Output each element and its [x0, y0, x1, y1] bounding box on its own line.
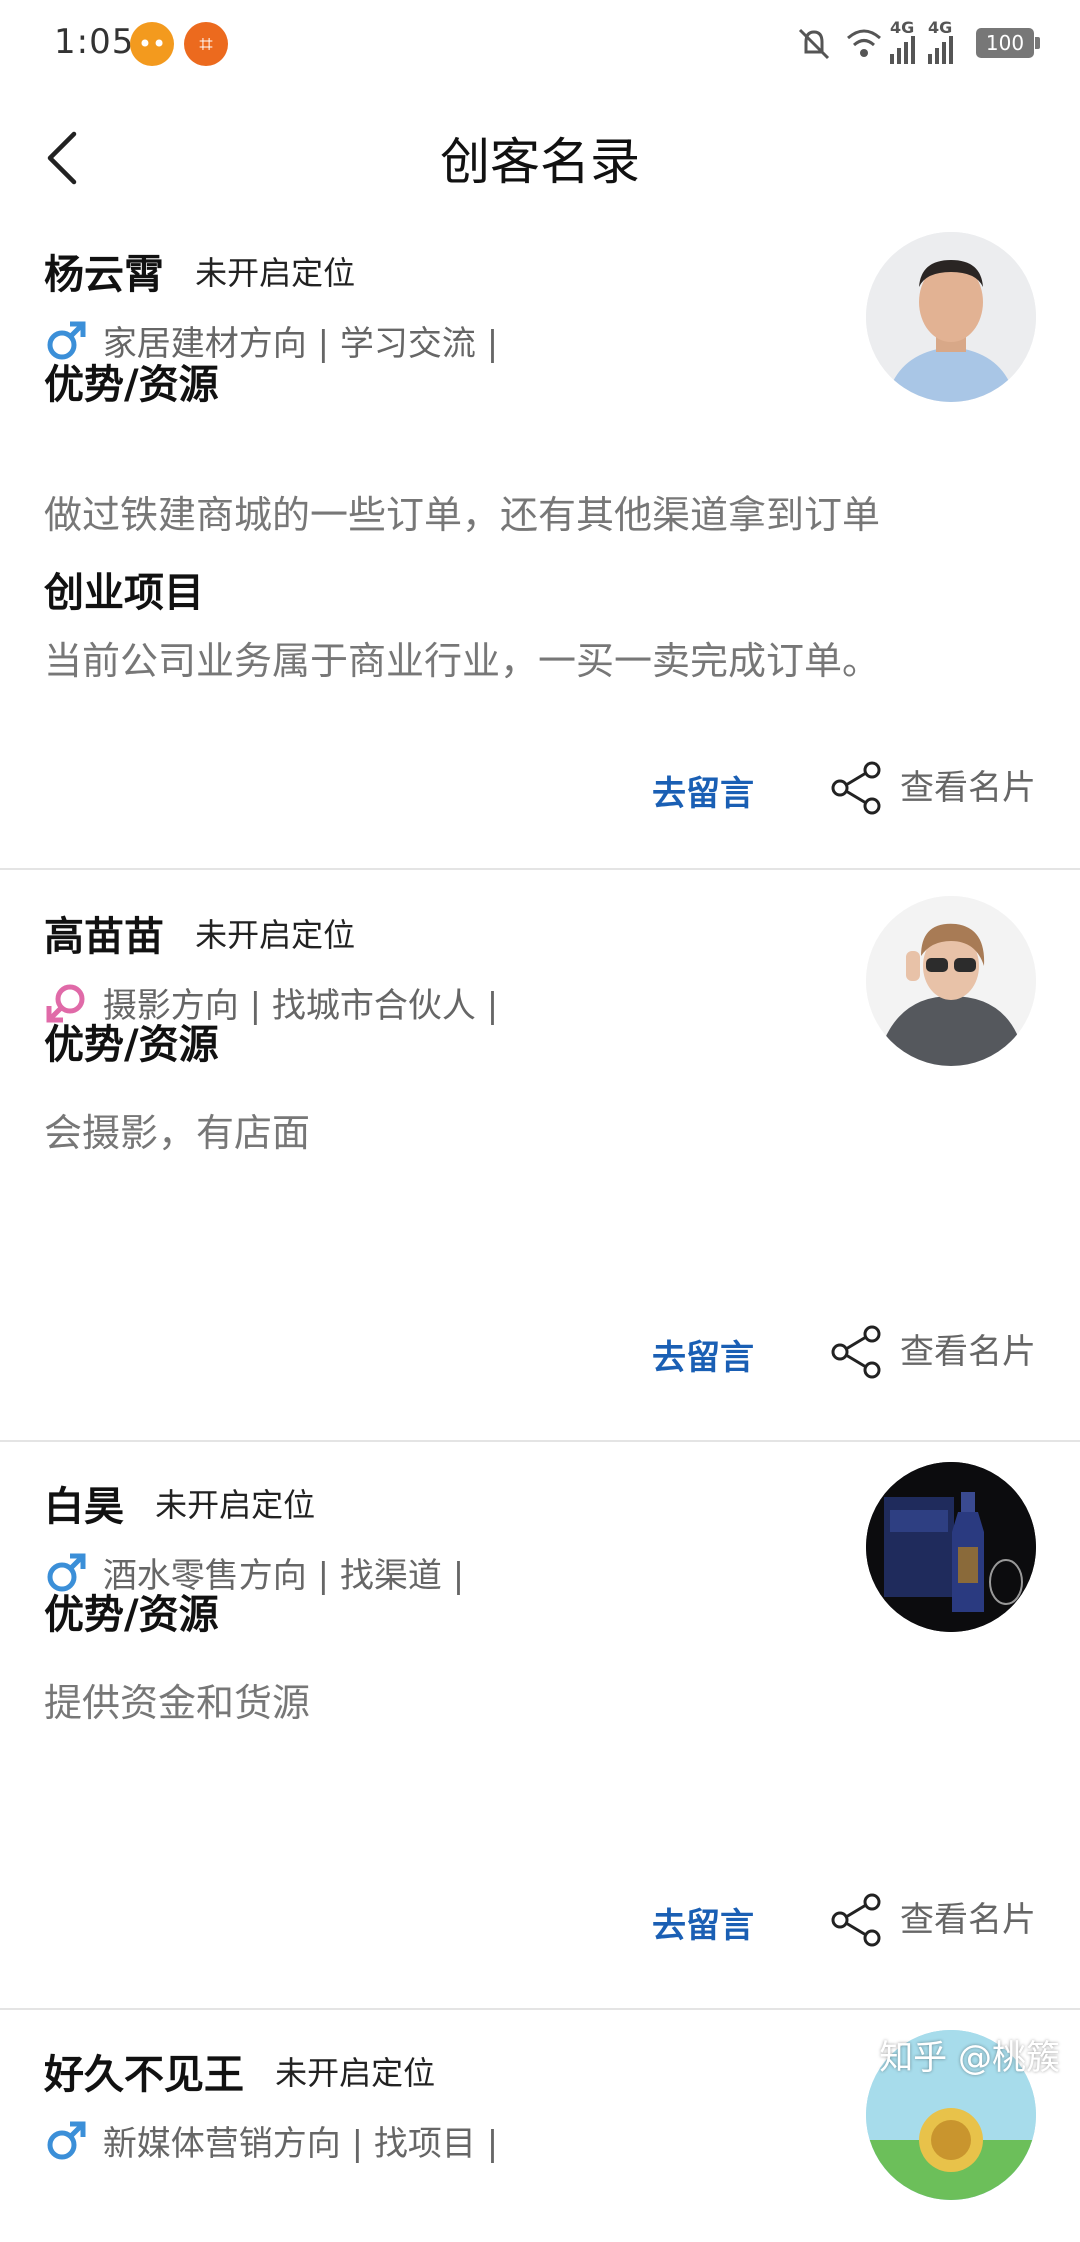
location-status: 未开启定位 — [195, 254, 356, 292]
section-title-advantage: 优势/资源 — [44, 362, 219, 408]
page-title: 创客名录 — [440, 133, 640, 191]
member-card[interactable]: 高苗苗 未开启定位 摄影方向 | 找城市合伙人 | 优势/资源 会摄影，有店面 … — [0, 896, 1080, 1442]
avatar[interactable] — [866, 896, 1036, 1066]
section-title-project: 创业项目 — [44, 570, 204, 616]
leave-message-button[interactable]: 去留言 — [652, 766, 754, 815]
card-actions: 去留言 查看名片 — [44, 1890, 1036, 1950]
status-time: 1:05 — [54, 22, 135, 62]
advantage-text: 会摄影，有店面 — [44, 1111, 311, 1155]
member-name: 高苗苗 — [44, 914, 164, 960]
view-card-button[interactable]: 查看名片 — [900, 1324, 1036, 1373]
member-tags: 新媒体营销方向 | 找项目 | — [102, 2124, 499, 2164]
member-name: 好久不见王 — [44, 2052, 244, 2098]
avatar[interactable] — [866, 232, 1036, 402]
tags-row: 新媒体营销方向 | 找项目 | — [44, 2116, 498, 2166]
avatar-image — [866, 232, 1036, 402]
status-bar: 1:05 •• ⌗ 4G 4G 100 — [0, 0, 1080, 92]
location-status: 未开启定位 — [155, 1486, 316, 1524]
name-row: 杨云霄 未开启定位 — [44, 242, 355, 302]
member-card[interactable]: 白昊 未开启定位 酒水零售方向 | 找渠道 | 优势/资源 提供资金和货源 去留… — [0, 1462, 1080, 2010]
watermark: 知乎 @桃簇 — [879, 2038, 1060, 2078]
location-status: 未开启定位 — [275, 2054, 436, 2092]
avatar[interactable] — [866, 1462, 1036, 1632]
card-actions: 去留言 查看名片 — [44, 1322, 1036, 1382]
section-title-advantage: 优势/资源 — [44, 1022, 219, 1068]
project-text: 当前公司业务属于商业行业，一买一卖完成订单。 — [44, 639, 881, 683]
crop-app-icon: ⌗ — [184, 22, 228, 66]
name-row: 白昊 未开启定位 — [44, 1474, 315, 1534]
nav-header: 创客名录 — [0, 92, 1080, 222]
member-card[interactable]: 杨云霄 未开启定位 家居建材方向 | 学习交流 | 优势/资源 做过铁建商城的一… — [0, 222, 1080, 870]
advantage-text: 提供资金和货源 — [44, 1681, 311, 1725]
avatar-image — [866, 896, 1036, 1066]
signal-icon-2 — [928, 36, 953, 64]
name-row: 好久不见王 未开启定位 — [44, 2042, 435, 2102]
status-icons: 4G 4G 100 — [794, 18, 1040, 68]
member-name: 杨云霄 — [44, 252, 164, 298]
location-status: 未开启定位 — [195, 916, 356, 954]
name-row: 高苗苗 未开启定位 — [44, 904, 355, 964]
section-title-advantage: 优势/资源 — [44, 1592, 219, 1638]
avatar-image — [866, 1462, 1036, 1632]
leave-message-button[interactable]: 去留言 — [652, 1330, 754, 1379]
share-icon[interactable] — [830, 1892, 884, 1948]
leave-message-button[interactable]: 去留言 — [652, 1898, 754, 1947]
member-list: 杨云霄 未开启定位 家居建材方向 | 学习交流 | 优势/资源 做过铁建商城的一… — [0, 222, 1080, 2242]
advantage-text: 做过铁建商城的一些订单，还有其他渠道拿到订单 — [44, 493, 881, 537]
card-actions: 去留言 查看名片 — [44, 758, 1036, 818]
wifi-icon — [847, 29, 881, 57]
member-name: 白昊 — [44, 1484, 124, 1530]
view-card-button[interactable]: 查看名片 — [900, 760, 1036, 809]
mute-icon — [798, 28, 830, 60]
share-icon[interactable] — [830, 1324, 884, 1380]
view-card-button[interactable]: 查看名片 — [900, 1892, 1036, 1941]
signal-icon — [890, 36, 915, 64]
chat-app-icon: •• — [130, 22, 174, 66]
male-icon — [47, 2121, 86, 2159]
battery-icon: 100 — [976, 28, 1040, 58]
share-icon[interactable] — [830, 760, 884, 816]
